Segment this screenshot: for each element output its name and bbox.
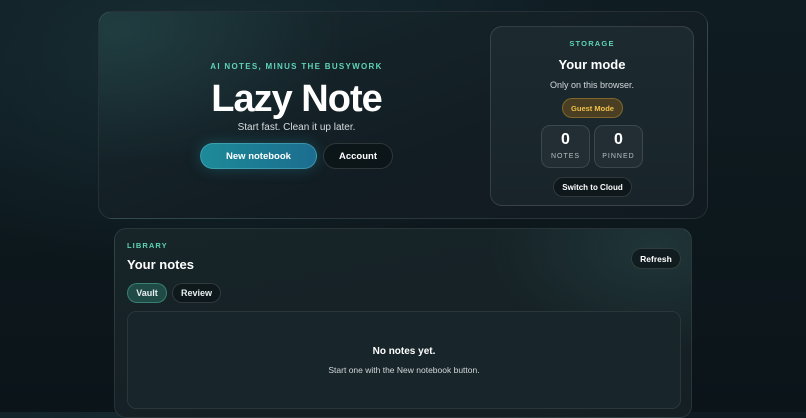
pinned-stat: 0 PINNED bbox=[594, 125, 643, 168]
hero-tagline: Start fast. Clean it up later. bbox=[237, 122, 356, 133]
library-title: Your notes bbox=[127, 257, 194, 272]
new-notebook-button[interactable]: New notebook bbox=[200, 143, 317, 169]
pinned-count: 0 bbox=[614, 131, 623, 148]
tab-review[interactable]: Review bbox=[172, 283, 221, 303]
app-title: Lazy Note bbox=[211, 78, 382, 120]
pinned-stat-label: PINNED bbox=[602, 153, 635, 160]
empty-state-subtitle: Start one with the New notebook button. bbox=[328, 365, 480, 375]
library-eyebrow: LIBRARY bbox=[127, 241, 168, 250]
storage-title: Your mode bbox=[558, 57, 626, 72]
storage-card: STORAGE Your mode Only on this browser. … bbox=[490, 26, 694, 206]
hero-eyebrow: AI NOTES, MINUS THE BUSYWORK bbox=[210, 62, 383, 71]
empty-state-title: No notes yet. bbox=[372, 346, 436, 357]
hero-intro: AI NOTES, MINUS THE BUSYWORK Lazy Note S… bbox=[99, 12, 494, 220]
guest-mode-badge: Guest Mode bbox=[562, 98, 623, 118]
account-button[interactable]: Account bbox=[323, 143, 393, 169]
empty-state: No notes yet. Start one with the New not… bbox=[127, 311, 681, 409]
refresh-button[interactable]: Refresh bbox=[631, 248, 681, 269]
library-panel: LIBRARY Your notes Refresh Vault Review … bbox=[114, 228, 692, 418]
tab-vault[interactable]: Vault bbox=[127, 283, 167, 303]
notes-stat: 0 NOTES bbox=[541, 125, 590, 168]
hero-panel: AI NOTES, MINUS THE BUSYWORK Lazy Note S… bbox=[98, 11, 708, 219]
switch-to-cloud-button[interactable]: Switch to Cloud bbox=[553, 177, 632, 197]
storage-eyebrow: STORAGE bbox=[569, 39, 615, 48]
notes-stat-label: NOTES bbox=[550, 153, 581, 160]
notes-count: 0 bbox=[561, 131, 570, 148]
storage-subtitle: Only on this browser. bbox=[549, 80, 635, 90]
